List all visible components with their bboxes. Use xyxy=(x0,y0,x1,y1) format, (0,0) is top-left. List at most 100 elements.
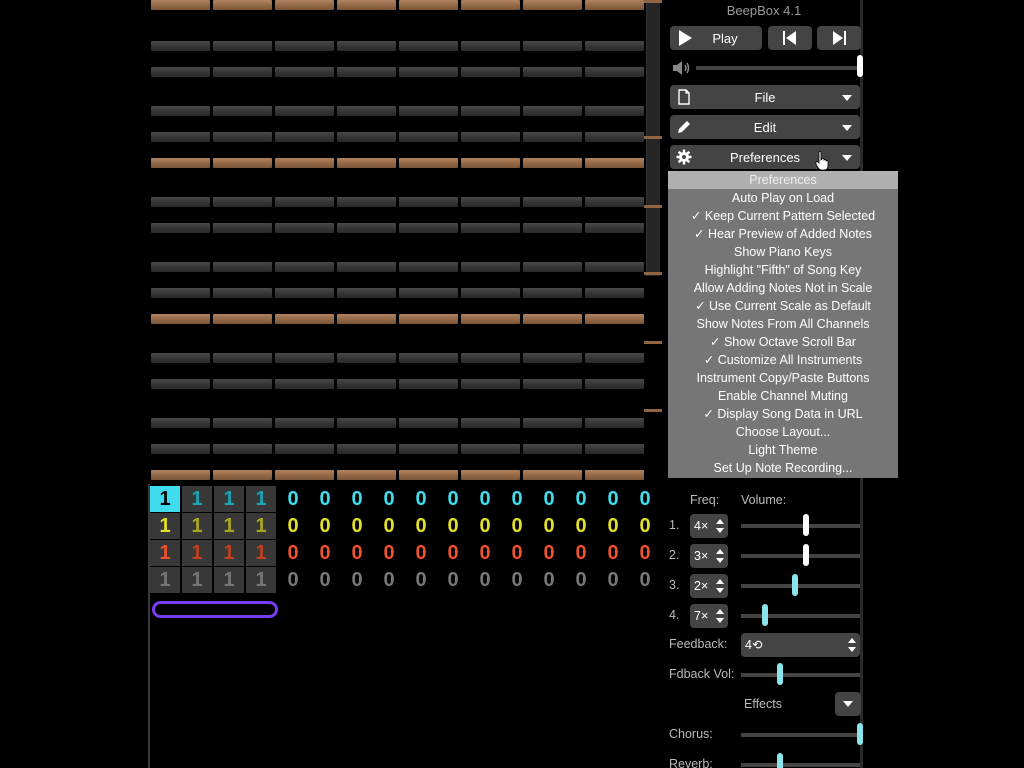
note-cell[interactable] xyxy=(585,379,644,389)
pitch-row[interactable] xyxy=(151,418,644,428)
pattern-number-cell[interactable]: 0 xyxy=(374,513,404,539)
pattern-number-cell[interactable]: 1 xyxy=(182,513,212,539)
note-cell[interactable] xyxy=(399,197,458,207)
note-cell[interactable] xyxy=(461,262,520,272)
menu-item[interactable]: Auto Play on Load xyxy=(668,189,898,207)
menu-item[interactable]: ✓ Use Current Scale as Default xyxy=(668,297,898,315)
pattern-number-cell[interactable]: 0 xyxy=(342,567,372,593)
menu-item[interactable]: Choose Layout... xyxy=(668,423,898,441)
operator-volume-handle[interactable] xyxy=(803,544,810,566)
note-cell[interactable] xyxy=(461,106,520,116)
note-cell[interactable] xyxy=(585,262,644,272)
operator-volume-slider[interactable] xyxy=(741,524,860,528)
pattern-number-cell[interactable]: 1 xyxy=(182,486,212,512)
pattern-number-cell[interactable]: 1 xyxy=(150,567,180,593)
note-cell[interactable] xyxy=(275,418,334,428)
note-cell[interactable] xyxy=(213,197,272,207)
operator-volume-slider[interactable] xyxy=(741,614,860,618)
pattern-number-cell[interactable]: 0 xyxy=(598,513,628,539)
note-cell[interactable] xyxy=(399,67,458,77)
note-cell[interactable] xyxy=(275,67,334,77)
pattern-number-cell[interactable]: 0 xyxy=(310,486,340,512)
pattern-number-cell[interactable]: 1 xyxy=(182,567,212,593)
note-cell[interactable] xyxy=(275,314,334,324)
note-cell[interactable] xyxy=(151,0,210,10)
pattern-number-cell[interactable]: 0 xyxy=(406,540,436,566)
pitch-row[interactable] xyxy=(151,262,644,272)
note-cell[interactable] xyxy=(213,470,272,480)
note-cell[interactable] xyxy=(275,158,334,168)
pattern-number-cell[interactable]: 0 xyxy=(310,540,340,566)
pitch-row[interactable] xyxy=(151,314,644,324)
pitch-row[interactable] xyxy=(151,379,644,389)
note-cell[interactable] xyxy=(523,314,582,324)
pattern-number-cell[interactable]: 0 xyxy=(470,513,500,539)
menu-item[interactable]: Set Up Note Recording... xyxy=(668,459,898,477)
menu-item[interactable]: Allow Adding Notes Not in Scale xyxy=(668,279,898,297)
note-cell[interactable] xyxy=(585,418,644,428)
note-cell[interactable] xyxy=(213,132,272,142)
note-cell[interactable] xyxy=(399,379,458,389)
pattern-number-cell[interactable]: 0 xyxy=(598,540,628,566)
pattern-number-cell[interactable]: 0 xyxy=(374,567,404,593)
note-cell[interactable] xyxy=(151,106,210,116)
note-cell[interactable] xyxy=(523,262,582,272)
note-cell[interactable] xyxy=(275,470,334,480)
pattern-number-cell[interactable]: 0 xyxy=(470,567,500,593)
note-cell[interactable] xyxy=(399,158,458,168)
chorus-slider-handle[interactable] xyxy=(857,723,863,745)
pattern-number-cell[interactable]: 1 xyxy=(214,513,244,539)
octave-scrollbar[interactable] xyxy=(644,0,662,484)
note-cell[interactable] xyxy=(213,223,272,233)
note-cell[interactable] xyxy=(461,353,520,363)
note-cell[interactable] xyxy=(399,353,458,363)
pitch-row[interactable] xyxy=(151,353,644,363)
note-cell[interactable] xyxy=(523,132,582,142)
note-cell[interactable] xyxy=(275,223,334,233)
note-cell[interactable] xyxy=(151,470,210,480)
pattern-number-cell[interactable]: 1 xyxy=(246,540,276,566)
note-cell[interactable] xyxy=(337,314,396,324)
operator-volume-handle[interactable] xyxy=(791,574,798,596)
menu-item[interactable]: ✓ Hear Preview of Added Notes xyxy=(668,225,898,243)
pattern-number-cell[interactable]: 0 xyxy=(278,567,308,593)
note-cell[interactable] xyxy=(585,132,644,142)
menu-item[interactable]: Light Theme xyxy=(668,441,898,459)
note-cell[interactable] xyxy=(523,197,582,207)
prev-bar-button[interactable] xyxy=(768,26,812,50)
note-cell[interactable] xyxy=(337,0,396,10)
preferences-menu-button[interactable]: Preferences xyxy=(670,145,860,169)
note-cell[interactable] xyxy=(461,223,520,233)
note-cell[interactable] xyxy=(523,67,582,77)
note-cell[interactable] xyxy=(213,158,272,168)
operator-freq-select[interactable]: 2× xyxy=(690,574,728,598)
menu-item[interactable]: Instrument Copy/Paste Buttons xyxy=(668,369,898,387)
menu-item[interactable]: ✓ Display Song Data in URL xyxy=(668,405,898,423)
operator-freq-select[interactable]: 3× xyxy=(690,544,728,568)
loop-selector[interactable] xyxy=(152,601,278,618)
operator-volume-slider[interactable] xyxy=(741,554,860,558)
pattern-number-cell[interactable]: 0 xyxy=(310,567,340,593)
note-cell[interactable] xyxy=(275,444,334,454)
note-cell[interactable] xyxy=(399,470,458,480)
pattern-number-cell[interactable]: 0 xyxy=(342,540,372,566)
note-cell[interactable] xyxy=(461,314,520,324)
note-cell[interactable] xyxy=(523,418,582,428)
pattern-number-cell[interactable]: 0 xyxy=(406,486,436,512)
fdback-vol-slider[interactable] xyxy=(741,673,860,677)
note-cell[interactable] xyxy=(337,158,396,168)
note-cell[interactable] xyxy=(275,106,334,116)
menu-item[interactable]: Enable Channel Muting xyxy=(668,387,898,405)
menu-item[interactable]: ✓ Customize All Instruments xyxy=(668,351,898,369)
note-cell[interactable] xyxy=(461,67,520,77)
pattern-number-cell[interactable]: 1 xyxy=(246,567,276,593)
note-cell[interactable] xyxy=(461,132,520,142)
note-cell[interactable] xyxy=(151,379,210,389)
preferences-dropdown-menu[interactable]: Preferences Auto Play on Load ✓ Keep Curre… xyxy=(668,171,898,478)
operator-volume-handle[interactable] xyxy=(803,514,810,536)
pattern-number-cell[interactable]: 0 xyxy=(534,567,564,593)
note-cell[interactable] xyxy=(337,106,396,116)
pattern-number-cell[interactable]: 0 xyxy=(438,513,468,539)
note-cell[interactable] xyxy=(275,288,334,298)
note-cell[interactable] xyxy=(337,444,396,454)
